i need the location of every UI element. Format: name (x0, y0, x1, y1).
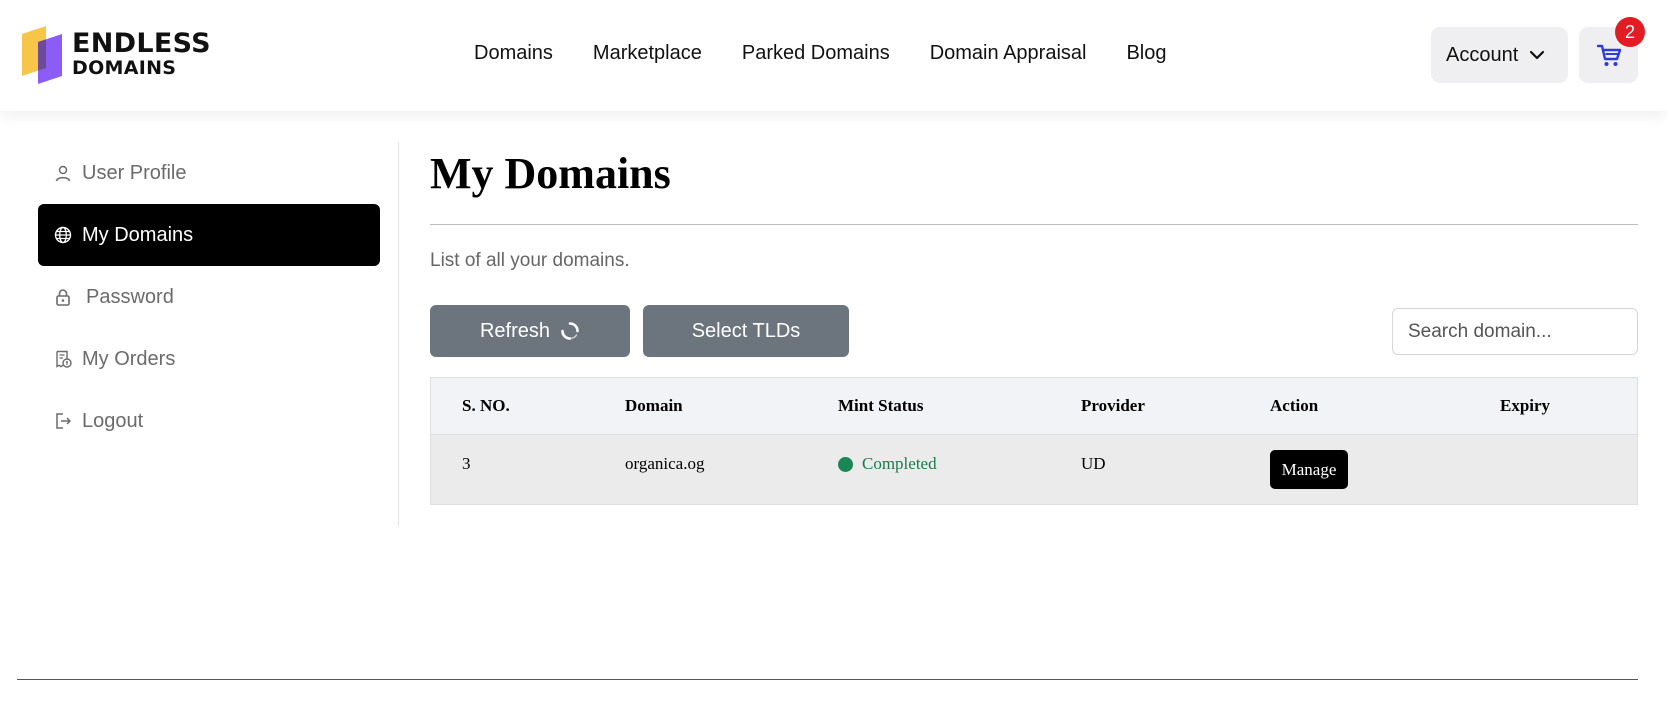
column-header-sno: S. NO. (462, 396, 510, 415)
column-header-domain: Domain (625, 396, 683, 415)
sidebar-item-password[interactable]: Password (38, 266, 380, 328)
nav-parked-domains[interactable]: Parked Domains (742, 42, 890, 65)
refresh-icon (561, 322, 579, 340)
table-row: 3 organica.og Completed UD Manage (431, 435, 1637, 504)
sidebar-item-logout[interactable]: Logout (38, 390, 380, 452)
sidebar-item-label: Logout (82, 409, 144, 432)
column-header-action: Action (1270, 396, 1319, 415)
account-dropdown-button[interactable]: Account (1431, 27, 1568, 83)
column-header-mint-status: Mint Status (838, 396, 924, 415)
logo-mark-icon (22, 26, 62, 84)
sidebar-divider (398, 142, 399, 526)
cell-mint-status: Completed (838, 454, 937, 474)
nav-marketplace[interactable]: Marketplace (593, 42, 702, 65)
search-domain-input[interactable] (1392, 308, 1638, 355)
page-title: My Domains (430, 149, 671, 198)
brand-line1: ENDLESS (72, 28, 211, 59)
chevron-down-icon (1530, 50, 1545, 60)
cell-provider: UD (1081, 454, 1106, 473)
sidebar-item-user-profile[interactable]: User Profile (38, 142, 380, 204)
table-header-row: S. NO. Domain Mint Status Provider Actio… (431, 378, 1637, 435)
sidebar-item-my-domains[interactable]: My Domains (38, 204, 380, 266)
cell-sno: 3 (462, 454, 471, 473)
sidebar-item-label: Password (86, 285, 174, 308)
brand-logo[interactable]: ENDLESS DOMAINS (16, 22, 216, 88)
user-icon (55, 165, 71, 182)
nav-domains[interactable]: Domains (474, 42, 553, 65)
receipt-icon (56, 350, 72, 368)
title-divider (430, 224, 1638, 225)
cell-domain: organica.og (625, 454, 705, 473)
nav-blog[interactable]: Blog (1126, 42, 1166, 65)
cart-count-badge: 2 (1615, 17, 1645, 47)
status-text: Completed (862, 454, 937, 473)
sidebar-item-label: My Domains (82, 223, 194, 246)
brand-wordmark: ENDLESS DOMAINS (72, 30, 211, 78)
cart-icon (1596, 44, 1621, 66)
account-label: Account (1446, 43, 1519, 66)
account-sidebar: User Profile My Domains Password My Orde… (38, 142, 380, 452)
domains-table: S. NO. Domain Mint Status Provider Actio… (430, 377, 1638, 505)
footer-divider (17, 679, 1638, 680)
logout-icon (56, 413, 71, 429)
select-tlds-button[interactable]: Select TLDs (643, 305, 849, 357)
site-header: ENDLESS DOMAINS Domains Marketplace Park… (0, 0, 1667, 111)
main-content: My Domains List of all your domains. Ref… (430, 142, 1638, 505)
main-nav: Domains Marketplace Parked Domains Domai… (474, 42, 1166, 65)
column-header-provider: Provider (1081, 396, 1145, 415)
manage-button[interactable]: Manage (1270, 450, 1348, 489)
sidebar-item-my-orders[interactable]: My Orders (38, 328, 380, 390)
brand-line2: DOMAINS (72, 57, 177, 79)
sidebar-item-label: My Orders (82, 347, 176, 370)
globe-icon (54, 226, 72, 244)
lock-icon (56, 289, 70, 306)
refresh-label: Refresh (479, 319, 551, 342)
refresh-button[interactable]: Refresh (430, 305, 630, 357)
page-subtitle: List of all your domains. (430, 250, 630, 271)
cell-action: Manage (1270, 450, 1348, 489)
column-header-expiry: Expiry (1500, 396, 1551, 415)
sidebar-item-label: User Profile (82, 161, 187, 184)
select-tlds-label: Select TLDs (691, 319, 801, 342)
nav-domain-appraisal[interactable]: Domain Appraisal (930, 42, 1087, 65)
status-dot-icon (838, 456, 853, 472)
